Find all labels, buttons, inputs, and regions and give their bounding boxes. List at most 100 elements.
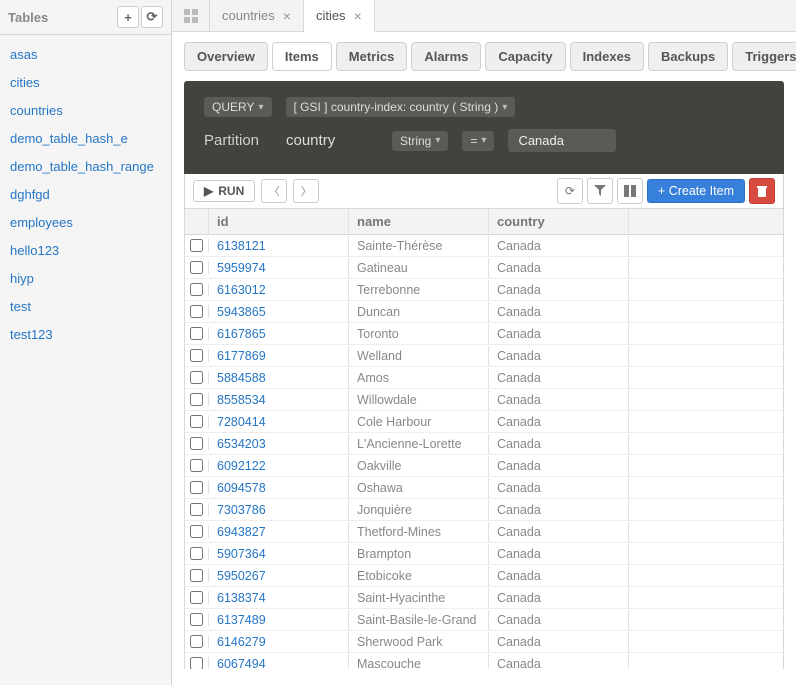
sidebar-item-cities[interactable]: cities xyxy=(0,69,171,97)
row-checkbox[interactable] xyxy=(190,261,203,274)
cell-name: Amos xyxy=(349,368,489,388)
row-checkbox[interactable] xyxy=(190,305,203,318)
column-header-name[interactable]: name xyxy=(349,209,489,234)
tab-countries[interactable]: countries× xyxy=(210,0,304,31)
row-checkbox-cell xyxy=(185,349,209,362)
cell-id[interactable]: 5943865 xyxy=(209,302,349,322)
close-icon[interactable]: × xyxy=(354,8,362,24)
row-checkbox-cell xyxy=(185,481,209,494)
row-checkbox[interactable] xyxy=(190,283,203,296)
query-mode-select[interactable]: QUERY▾ xyxy=(204,97,272,117)
row-checkbox[interactable] xyxy=(190,503,203,516)
sidebar-item-demo_table_hash_range[interactable]: demo_table_hash_range xyxy=(0,153,171,181)
row-checkbox-cell xyxy=(185,525,209,538)
cell-extra xyxy=(629,375,783,381)
cell-id[interactable]: 6138121 xyxy=(209,236,349,256)
row-checkbox-cell xyxy=(185,371,209,384)
row-checkbox[interactable] xyxy=(190,349,203,362)
subtab-alarms[interactable]: Alarms xyxy=(411,42,481,71)
caret-icon: ▾ xyxy=(481,135,486,146)
row-checkbox[interactable] xyxy=(190,239,203,252)
add-table-button[interactable]: + xyxy=(117,6,139,28)
cell-id[interactable]: 8558534 xyxy=(209,390,349,410)
table-row: 7280414Cole HarbourCanada xyxy=(185,411,783,433)
sidebar-item-hello123[interactable]: hello123 xyxy=(0,237,171,265)
row-checkbox[interactable] xyxy=(190,459,203,472)
row-checkbox[interactable] xyxy=(190,613,203,626)
close-icon[interactable]: × xyxy=(283,8,291,24)
run-bar: ▶RUN 〈 〉 ⟳ + Create Item xyxy=(184,174,784,209)
prev-page-button[interactable]: 〈 xyxy=(261,179,287,203)
subtab-items[interactable]: Items xyxy=(272,42,332,71)
caret-icon: ▾ xyxy=(502,102,507,113)
cell-extra xyxy=(629,353,783,359)
row-checkbox[interactable] xyxy=(190,393,203,406)
cell-id[interactable]: 6167865 xyxy=(209,324,349,344)
partition-op-select[interactable]: =▾ xyxy=(462,131,494,151)
columns-button[interactable] xyxy=(617,178,643,204)
sidebar-item-dghfgd[interactable]: dghfgd xyxy=(0,181,171,209)
sidebar-item-asas[interactable]: asas xyxy=(0,41,171,69)
cell-id[interactable]: 5907364 xyxy=(209,544,349,564)
subtab-overview[interactable]: Overview xyxy=(184,42,268,71)
view-toggle-grid-icon[interactable] xyxy=(172,0,210,31)
sidebar-item-hiyp[interactable]: hiyp xyxy=(0,265,171,293)
tab-cities[interactable]: cities× xyxy=(304,0,375,32)
subtab-backups[interactable]: Backups xyxy=(648,42,728,71)
cell-id[interactable]: 7303786 xyxy=(209,500,349,520)
cell-id[interactable]: 6146279 xyxy=(209,632,349,652)
delete-item-button[interactable] xyxy=(749,178,775,204)
sidebar-item-demo_table_hash_e[interactable]: demo_table_hash_e xyxy=(0,125,171,153)
cell-extra xyxy=(629,287,783,293)
results-grid: id name country 6138121Sainte-ThérèseCan… xyxy=(184,209,784,669)
cell-name: Sainte-Thérèse xyxy=(349,236,489,256)
subtab-metrics[interactable]: Metrics xyxy=(336,42,408,71)
cell-id[interactable]: 6534203 xyxy=(209,434,349,454)
row-checkbox[interactable] xyxy=(190,657,203,669)
cell-id[interactable]: 6138374 xyxy=(209,588,349,608)
index-select[interactable]: [ GSI ] country-index: country ( String … xyxy=(286,97,516,117)
subtab-indexes[interactable]: Indexes xyxy=(570,42,644,71)
row-checkbox[interactable] xyxy=(190,635,203,648)
cell-extra xyxy=(629,309,783,315)
row-checkbox[interactable] xyxy=(190,525,203,538)
cell-extra xyxy=(629,265,783,271)
cell-id[interactable]: 5884588 xyxy=(209,368,349,388)
cell-id[interactable]: 6943827 xyxy=(209,522,349,542)
cell-id[interactable]: 6094578 xyxy=(209,478,349,498)
row-checkbox[interactable] xyxy=(190,591,203,604)
cell-id[interactable]: 6163012 xyxy=(209,280,349,300)
cell-id[interactable]: 5950267 xyxy=(209,566,349,586)
subtab-triggers[interactable]: Triggers xyxy=(732,42,796,71)
row-checkbox[interactable] xyxy=(190,327,203,340)
row-checkbox[interactable] xyxy=(190,437,203,450)
sidebar-item-employees[interactable]: employees xyxy=(0,209,171,237)
row-checkbox[interactable] xyxy=(190,547,203,560)
refresh-results-button[interactable]: ⟳ xyxy=(557,178,583,204)
row-checkbox[interactable] xyxy=(190,481,203,494)
create-item-button[interactable]: + Create Item xyxy=(647,179,745,203)
cell-id[interactable]: 6137489 xyxy=(209,610,349,630)
refresh-tables-button[interactable]: ⟳ xyxy=(141,6,163,28)
run-button[interactable]: ▶RUN xyxy=(193,180,255,202)
cell-id[interactable]: 7280414 xyxy=(209,412,349,432)
partition-type-select[interactable]: String▾ xyxy=(392,131,448,151)
cell-id[interactable]: 6067494 xyxy=(209,654,349,670)
partition-value-input[interactable] xyxy=(508,129,616,152)
sidebar-item-countries[interactable]: countries xyxy=(0,97,171,125)
column-header-id[interactable]: id xyxy=(209,209,349,234)
column-header-country[interactable]: country xyxy=(489,209,629,234)
filter-button[interactable] xyxy=(587,178,613,204)
next-page-button[interactable]: 〉 xyxy=(293,179,319,203)
subtab-capacity[interactable]: Capacity xyxy=(485,42,565,71)
row-checkbox[interactable] xyxy=(190,569,203,582)
sidebar-item-test[interactable]: test xyxy=(0,293,171,321)
cell-id[interactable]: 6092122 xyxy=(209,456,349,476)
row-checkbox[interactable] xyxy=(190,371,203,384)
sidebar-item-test123[interactable]: test123 xyxy=(0,321,171,349)
cell-id[interactable]: 5959974 xyxy=(209,258,349,278)
row-checkbox[interactable] xyxy=(190,415,203,428)
cell-name: Welland xyxy=(349,346,489,366)
row-checkbox-cell xyxy=(185,261,209,274)
cell-id[interactable]: 6177869 xyxy=(209,346,349,366)
